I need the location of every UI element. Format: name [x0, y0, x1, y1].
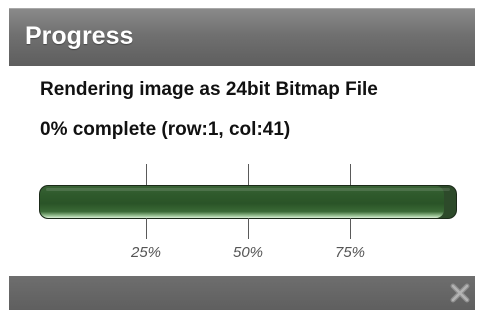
title-bar: Progress	[9, 8, 475, 66]
progress-bar	[40, 186, 456, 218]
tick-label-50: 50%	[232, 244, 264, 261]
close-button[interactable]	[447, 280, 473, 306]
tick-mark-25-top	[146, 164, 147, 186]
tick-label-25: 25%	[130, 244, 162, 261]
progress-status: 0% complete (row:1, col:41)	[40, 119, 291, 140]
tick-mark-75-top	[350, 164, 351, 186]
status-message: Rendering image as 24bit Bitmap File	[40, 79, 378, 100]
tick-mark-50-bottom	[248, 218, 249, 239]
tick-label-75: 75%	[334, 244, 366, 261]
dialog-footer	[9, 276, 475, 310]
dialog-content: Rendering image as 24bit Bitmap File 0% …	[9, 66, 475, 276]
tick-mark-25-bottom	[146, 218, 147, 239]
close-icon	[450, 283, 470, 303]
progress-bar-gloss	[46, 188, 450, 191]
tick-mark-75-bottom	[350, 218, 351, 239]
dialog-title: Progress	[25, 22, 134, 50]
tick-mark-50-top	[248, 164, 249, 186]
progress-dialog: Progress Rendering image as 24bit Bitmap…	[0, 0, 485, 310]
